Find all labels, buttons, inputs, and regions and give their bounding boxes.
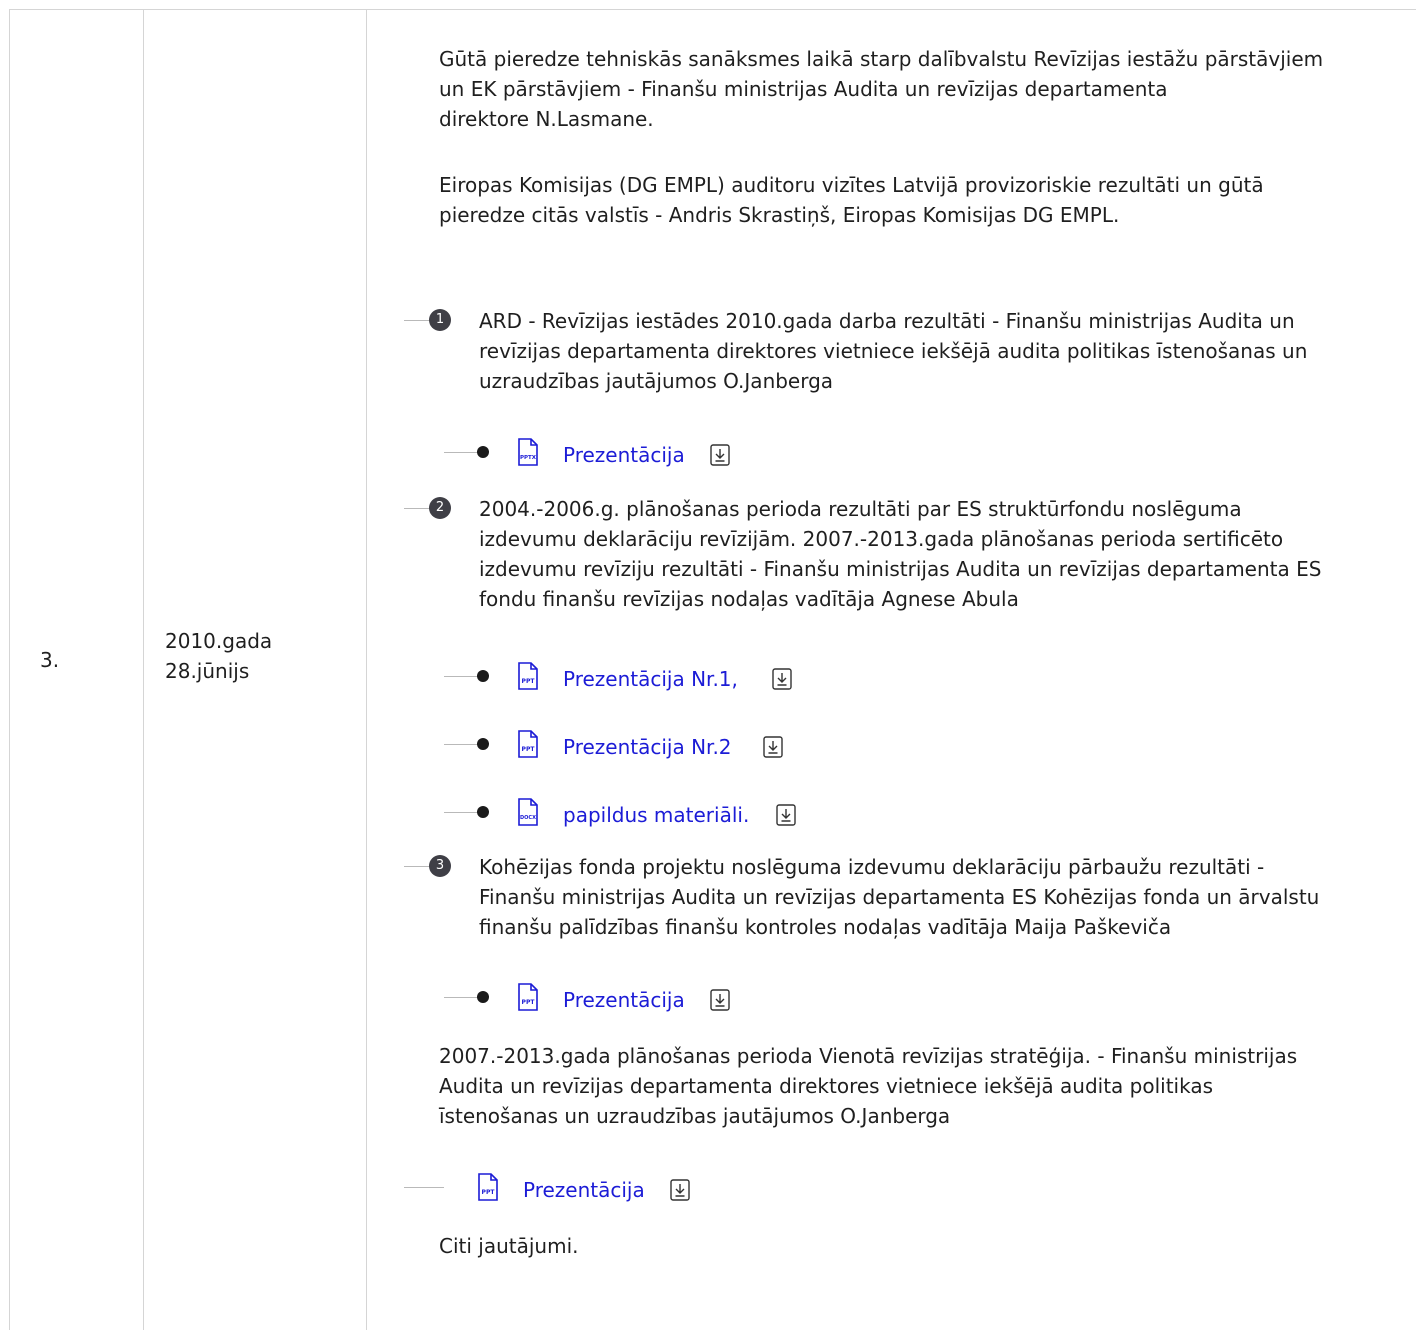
download-icon[interactable]	[763, 736, 783, 758]
presentation-link[interactable]: Prezentācija	[563, 985, 685, 1015]
text-line: izdevumu revīziju rezultāti - Finanšu mi…	[479, 557, 1322, 581]
additional-materials-link[interactable]: papildus materiāli.	[563, 800, 749, 830]
text-line: pieredze citās valstīs - Andris Skrastiņ…	[439, 203, 1120, 227]
item-number-badge: 2	[429, 497, 451, 519]
ppt-file-icon: PPT	[518, 662, 538, 690]
text-line: Audita un revīzijas departamenta direkto…	[439, 1074, 1214, 1098]
agenda-item-2-text: 2004.-2006.g. plānošanas perioda rezultā…	[479, 494, 1321, 614]
other-questions: Citi jautājumi.	[439, 1234, 579, 1258]
pptx-file-icon: PPTX	[518, 438, 538, 466]
tree-connector	[444, 812, 480, 813]
svg-text:PPT: PPT	[522, 999, 536, 1006]
tree-connector	[444, 997, 480, 998]
ppt-file-icon: PPT	[518, 730, 538, 758]
text-line: Kohēzijas fonda projektu noslēguma izdev…	[479, 855, 1265, 879]
text-line: Gūtā pieredze tehniskās sanāksmes laikā …	[439, 47, 1324, 71]
intro-paragraph-2: Eiropas Komisijas (DG EMPL) auditoru viz…	[439, 170, 1264, 230]
download-icon[interactable]	[776, 804, 796, 826]
docx-file-icon: DOCX	[518, 798, 538, 826]
ppt-file-icon: PPT	[478, 1173, 498, 1201]
presentation-link[interactable]: Prezentācija	[563, 440, 685, 470]
svg-text:PPT: PPT	[482, 1189, 496, 1196]
tree-connector	[444, 452, 480, 453]
download-icon[interactable]	[670, 1179, 690, 1201]
text-line: revīzijas departamenta direktores vietni…	[479, 339, 1308, 363]
ppt-file-icon: PPT	[518, 983, 538, 1011]
presentation-1-link[interactable]: Prezentācija Nr.1,	[563, 664, 738, 694]
intro-paragraph-1: Gūtā pieredze tehniskās sanāksmes laikā …	[439, 44, 1323, 134]
svg-text:DOCX: DOCX	[520, 815, 536, 821]
text-line: 2007.-2013.gada plānošanas perioda Vieno…	[439, 1044, 1298, 1068]
text-line: ARD - Revīzijas iestādes 2010.gada darba…	[479, 309, 1295, 333]
text-line: Eiropas Komisijas (DG EMPL) auditoru viz…	[439, 173, 1264, 197]
text-line: īstenošanas un uzraudzības jautājumos O.…	[439, 1104, 951, 1128]
bullet-dot	[477, 670, 489, 682]
download-icon[interactable]	[772, 668, 792, 690]
bullet-dot	[477, 806, 489, 818]
bullet-dot	[477, 991, 489, 1003]
text-line: izdevumu deklarāciju revīzijām. 2007.-20…	[479, 527, 1284, 551]
svg-text:PPTX: PPTX	[520, 455, 537, 461]
svg-text:PPT: PPT	[522, 746, 536, 753]
agenda-content: Gūtā pieredze tehniskās sanāksmes laikā …	[0, 0, 1416, 1320]
text-line: fondu finanšu revīzijas nodaļas vadītāja…	[479, 587, 1019, 611]
text-line: uzraudzības jautājumos O.Janberga	[479, 369, 834, 393]
tree-connector	[404, 508, 430, 509]
tree-connector	[404, 866, 430, 867]
tree-connector	[404, 320, 430, 321]
item-number-badge: 1	[429, 309, 451, 331]
tree-connector	[404, 1187, 444, 1188]
svg-text:PPT: PPT	[522, 678, 536, 685]
presentation-2-link[interactable]: Prezentācija Nr.2	[563, 732, 732, 762]
strategy-presentation-link[interactable]: Prezentācija	[523, 1175, 645, 1205]
bullet-dot	[477, 738, 489, 750]
tree-connector	[444, 744, 480, 745]
strategy-paragraph: 2007.-2013.gada plānošanas perioda Vieno…	[439, 1041, 1297, 1131]
bullet-dot	[477, 446, 489, 458]
text-line: finanšu palīdzības finanšu kontroles nod…	[479, 915, 1172, 939]
agenda-item-1-text: ARD - Revīzijas iestādes 2010.gada darba…	[479, 306, 1307, 396]
text-line: un EK pārstāvjiem - Finanšu ministrijas …	[439, 77, 1168, 101]
text-line: Finanšu ministrijas Audita un revīzijas …	[479, 885, 1320, 909]
agenda-item-3-text: Kohēzijas fonda projektu noslēguma izdev…	[479, 852, 1319, 942]
text-line: direktore N.Lasmane.	[439, 107, 654, 131]
download-icon[interactable]	[710, 444, 730, 466]
text-line: 2004.-2006.g. plānošanas perioda rezultā…	[479, 497, 1242, 521]
download-icon[interactable]	[710, 989, 730, 1011]
tree-connector	[444, 676, 480, 677]
item-number-badge: 3	[429, 855, 451, 877]
